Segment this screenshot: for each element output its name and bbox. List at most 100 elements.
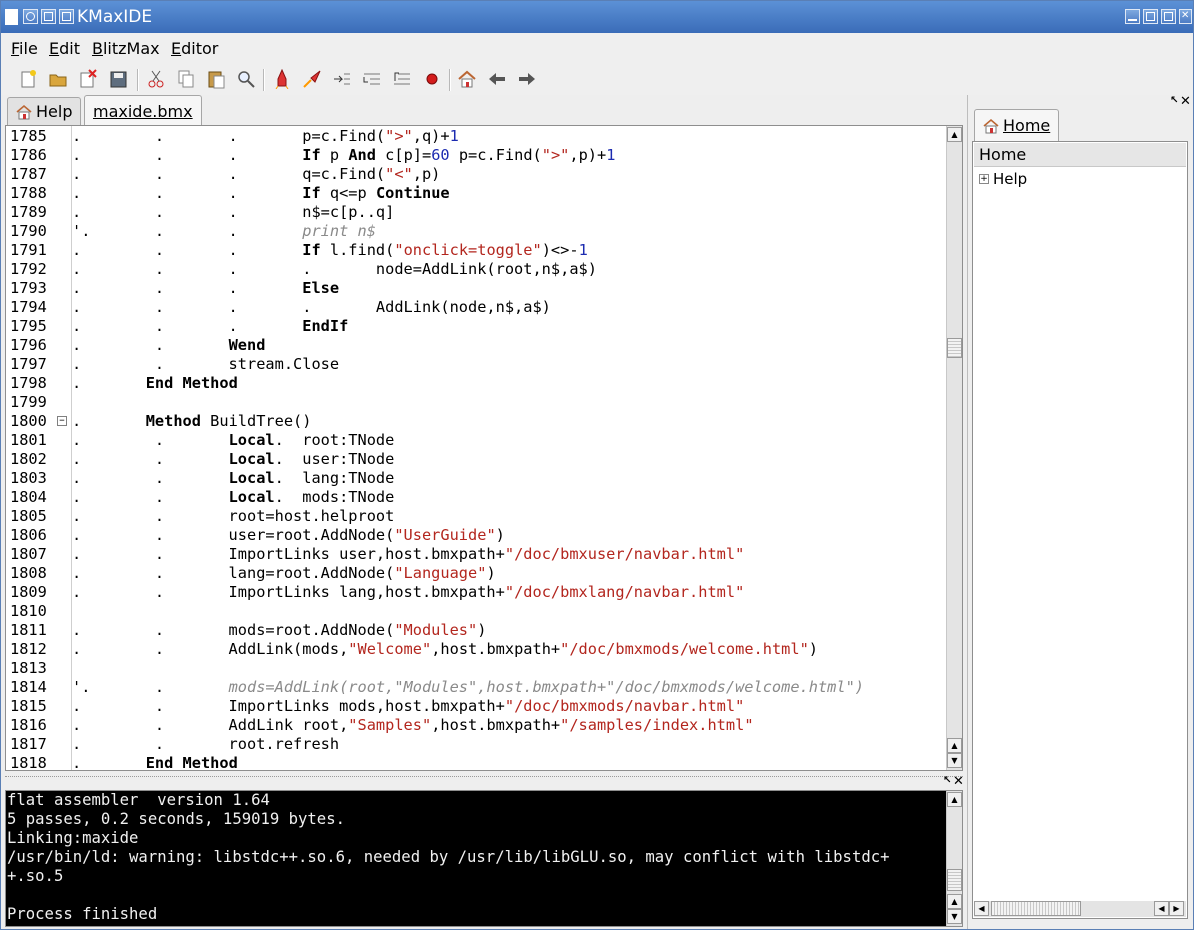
code-line[interactable]: 1813 bbox=[6, 659, 946, 678]
save-file-icon[interactable] bbox=[107, 68, 129, 90]
scroll-left-button[interactable]: ◀ bbox=[974, 901, 989, 916]
code-line[interactable]: 1790 '. . . print n$ bbox=[6, 222, 946, 241]
scroll-thumb[interactable] bbox=[991, 901, 1081, 916]
fold-toggle-icon[interactable]: − bbox=[57, 416, 67, 426]
panel-close-icon[interactable]: ✕ bbox=[1180, 94, 1191, 109]
step-in-icon[interactable] bbox=[361, 68, 383, 90]
code-line[interactable]: 1794 . . . . AddLink(node,n$,a$) bbox=[6, 298, 946, 317]
code-line[interactable]: 1812 . . AddLink(mods,"Welcome",host.bmxp… bbox=[6, 640, 946, 659]
code-line[interactable]: 1807 . . ImportLinks user,host.bmxpath+"/… bbox=[6, 545, 946, 564]
scroll-up-button[interactable]: ▲ bbox=[947, 894, 962, 909]
menu-blitzmax[interactable]: BlitzMax bbox=[92, 39, 160, 58]
code-line[interactable]: 1791 . . . If l.find("onclick=toggle")<>-… bbox=[6, 241, 946, 260]
code-text: . . . p=c.Find(">",q)+1 bbox=[72, 127, 459, 145]
back-icon[interactable] bbox=[486, 68, 508, 90]
code-text: . . Wend bbox=[72, 336, 266, 354]
copy-icon[interactable] bbox=[175, 68, 197, 90]
shade-up-icon[interactable] bbox=[41, 9, 56, 24]
code-line[interactable]: 1787 . . . q=c.Find("<",p) bbox=[6, 165, 946, 184]
tree-horizontal-scrollbar[interactable]: ◀ ◀ ▶ bbox=[974, 901, 1186, 917]
console-close-icon[interactable]: ✕ bbox=[953, 774, 964, 789]
code-line[interactable]: 1805 . . root=host.helproot bbox=[6, 507, 946, 526]
close-file-icon[interactable] bbox=[77, 68, 99, 90]
code-editor[interactable]: 1785 . . . p=c.Find(">",q)+1 1786 . . . If … bbox=[5, 125, 963, 771]
code-line[interactable]: 1799 bbox=[6, 393, 946, 412]
code-line[interactable]: 1816 . . AddLink root,"Samples",host.bmxp… bbox=[6, 716, 946, 735]
stop-icon[interactable] bbox=[421, 68, 443, 90]
code-line[interactable]: 1809 . . ImportLinks lang,host.bmxpath+"/… bbox=[6, 583, 946, 602]
close-window-button[interactable]: ✕ bbox=[1179, 9, 1192, 24]
console-line: 5 passes, 0.2 seconds, 159019 bytes. bbox=[7, 810, 345, 828]
cut-icon[interactable] bbox=[145, 68, 167, 90]
scroll-up-button[interactable]: ▲ bbox=[947, 127, 962, 142]
code-line[interactable]: 1818 . End Method bbox=[6, 754, 946, 770]
tree-header[interactable]: Home bbox=[974, 143, 1186, 167]
app-icon[interactable] bbox=[5, 9, 18, 25]
code-line[interactable]: 1785 . . . p=c.Find(">",q)+1 bbox=[6, 127, 946, 146]
undock-icon[interactable]: ↖ bbox=[1170, 95, 1178, 106]
sticky-icon[interactable] bbox=[23, 9, 38, 24]
code-line[interactable]: 1796 . . Wend bbox=[6, 336, 946, 355]
code-line[interactable]: 1792 . . . . node=AddLink(root,n$,a$) bbox=[6, 260, 946, 279]
scroll-left-button[interactable]: ◀ bbox=[1154, 901, 1169, 916]
tab-help[interactable]: Help bbox=[7, 97, 82, 125]
undock-icon[interactable]: ↖ bbox=[943, 775, 951, 786]
restore-button[interactable] bbox=[1161, 9, 1176, 24]
scroll-up-button[interactable]: ▲ bbox=[947, 792, 962, 807]
code-line[interactable]: 1803 . . Local. lang:TNode bbox=[6, 469, 946, 488]
code-line[interactable]: 1804 . . Local. mods:TNode bbox=[6, 488, 946, 507]
menu-edit[interactable]: Edit bbox=[49, 39, 80, 58]
code-line[interactable]: 1793 . . . Else bbox=[6, 279, 946, 298]
expand-icon[interactable]: + bbox=[979, 174, 989, 184]
code-line[interactable]: 1810 bbox=[6, 602, 946, 621]
forward-icon[interactable] bbox=[516, 68, 538, 90]
menu-file[interactable]: File bbox=[11, 39, 38, 58]
open-file-icon[interactable] bbox=[47, 68, 69, 90]
tab-home[interactable]: Home bbox=[974, 109, 1060, 141]
code-line[interactable]: 1786 . . . If p And c[p]=60 p=c.Find(">",… bbox=[6, 146, 946, 165]
code-line[interactable]: 1789 . . . n$=c[p..q] bbox=[6, 203, 946, 222]
code-line[interactable]: 1795 . . . EndIf bbox=[6, 317, 946, 336]
code-line[interactable]: 1801 . . Local. root:TNode bbox=[6, 431, 946, 450]
scroll-right-button[interactable]: ▶ bbox=[1169, 901, 1184, 916]
minimize-button[interactable] bbox=[1125, 9, 1140, 24]
step-icon[interactable] bbox=[331, 68, 353, 90]
build-icon[interactable] bbox=[271, 68, 293, 90]
shade-down-icon[interactable] bbox=[59, 9, 74, 24]
paste-icon[interactable] bbox=[205, 68, 227, 90]
step-out-icon[interactable] bbox=[391, 68, 413, 90]
code-line[interactable]: 1802 . . Local. user:TNode bbox=[6, 450, 946, 469]
code-line[interactable]: 1811 . . mods=root.AddNode("Modules") bbox=[6, 621, 946, 640]
code-line[interactable]: 1808 . . lang=root.AddNode("Language") bbox=[6, 564, 946, 583]
code-line[interactable]: 1817 . . root.refresh bbox=[6, 735, 946, 754]
help-tree[interactable]: Home + Help ◀ ◀ ▶ bbox=[972, 141, 1188, 919]
code-line[interactable]: 1797 . . stream.Close bbox=[6, 355, 946, 374]
build-run-icon[interactable] bbox=[301, 68, 323, 90]
code-line[interactable]: 1800−. Method BuildTree() bbox=[6, 412, 946, 431]
console-splitter[interactable]: ↖ ✕ bbox=[5, 774, 964, 789]
console-vertical-scrollbar[interactable]: ▲ ▲ ▼ bbox=[946, 791, 962, 926]
home-icon[interactable] bbox=[456, 68, 478, 90]
output-console[interactable]: flat assembler version 1.64 5 passes, 0.2… bbox=[5, 790, 963, 927]
menu-editor[interactable]: Editor bbox=[171, 39, 218, 58]
find-icon[interactable] bbox=[235, 68, 257, 90]
code-line[interactable]: 1806 . . user=root.AddNode("UserGuide") bbox=[6, 526, 946, 545]
line-number: 1799 bbox=[10, 393, 47, 411]
scroll-thumb[interactable] bbox=[947, 338, 962, 358]
scroll-down-button[interactable]: ▼ bbox=[947, 753, 962, 768]
scroll-thumb[interactable] bbox=[947, 869, 962, 891]
editor-vertical-scrollbar[interactable]: ▲ ▲ ▼ bbox=[946, 126, 962, 770]
line-number: 1806 bbox=[10, 526, 47, 544]
maximize-button[interactable] bbox=[1143, 9, 1158, 24]
code-line[interactable]: 1815 . . ImportLinks mods,host.bmxpath+"/… bbox=[6, 697, 946, 716]
tab-maxide-bmx[interactable]: maxide.bmx bbox=[84, 95, 202, 126]
new-file-icon[interactable] bbox=[17, 68, 39, 90]
code-line[interactable]: 1788 . . . If q<=p Continue bbox=[6, 184, 946, 203]
line-number: 1794 bbox=[10, 298, 47, 316]
scroll-up-button[interactable]: ▲ bbox=[947, 738, 962, 753]
tree-item-help[interactable]: + Help bbox=[979, 170, 1027, 188]
title-bar[interactable]: KMaxIDE ✕ bbox=[1, 1, 1193, 33]
code-line[interactable]: 1814 '. . mods=AddLink(root,"Modules",hos… bbox=[6, 678, 946, 697]
code-line[interactable]: 1798 . End Method bbox=[6, 374, 946, 393]
scroll-down-button[interactable]: ▼ bbox=[947, 909, 962, 924]
